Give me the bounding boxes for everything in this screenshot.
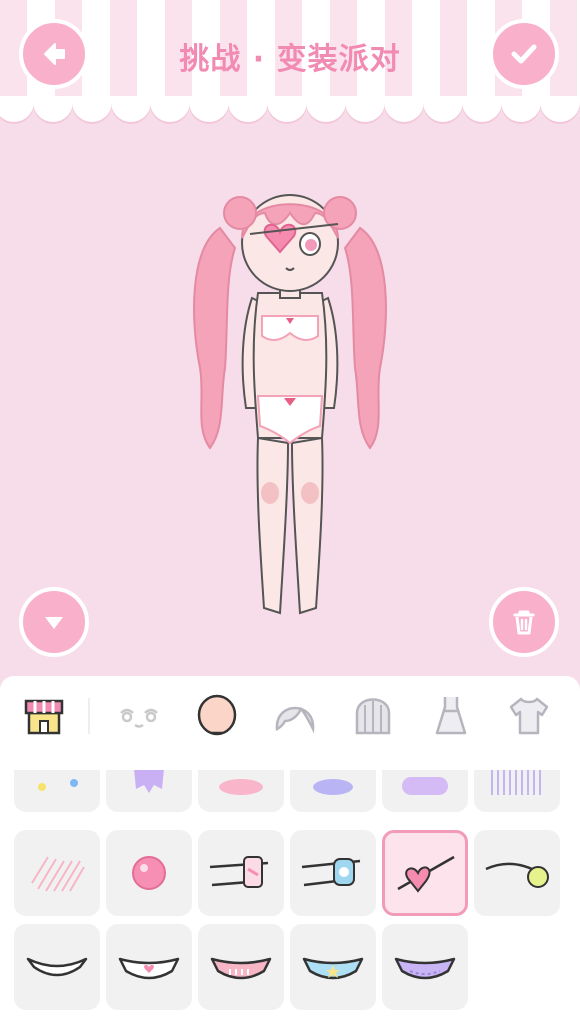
tab-top[interactable]	[504, 690, 554, 740]
item-purple-bandage[interactable]	[106, 770, 192, 812]
face-features-icon	[120, 708, 158, 728]
character-figure	[193, 194, 387, 615]
character-stage	[0, 128, 580, 678]
item-star-mask[interactable]	[290, 924, 376, 1010]
item-stripe-blush[interactable]	[14, 830, 100, 916]
check-icon	[511, 44, 537, 64]
item-cheek-dots[interactable]	[14, 770, 100, 812]
purple-bandage-icon	[134, 770, 164, 793]
item-blue-blush[interactable]	[290, 770, 376, 812]
trash-icon	[513, 610, 535, 635]
tab-back-hair[interactable]	[348, 690, 398, 740]
confirm-button[interactable]	[489, 19, 559, 89]
category-tabs	[0, 676, 580, 764]
blue-eyepatch-icon	[301, 858, 361, 887]
star-mask-icon	[302, 957, 364, 980]
purple-mask-icon	[394, 957, 456, 980]
item-heart-eyepatch[interactable]	[382, 830, 468, 916]
pink-blush-icon	[219, 779, 263, 795]
vertical-lines-icon	[491, 770, 541, 795]
cheek-dots-icon	[38, 779, 78, 791]
heart-mask-icon	[118, 957, 180, 980]
stripe-blush-icon	[31, 856, 85, 892]
shirt-icon	[509, 697, 549, 735]
tab-dress[interactable]	[426, 690, 476, 740]
tab-separator	[88, 698, 90, 734]
flower-eyepatch-icon	[485, 862, 549, 888]
white-mask-icon	[26, 957, 88, 977]
blue-blush-icon	[313, 779, 353, 795]
bandage-eyepatch-icon	[209, 856, 269, 888]
dress-icon	[435, 697, 467, 735]
awning-scallop	[0, 96, 580, 122]
item-love-mask[interactable]	[198, 924, 284, 1010]
item-flower-eyepatch[interactable]	[474, 830, 560, 916]
head-icon	[197, 694, 237, 736]
tab-head[interactable]	[192, 690, 242, 740]
tab-shop[interactable]	[19, 690, 69, 740]
item-vertical-lines[interactable]	[474, 770, 560, 812]
pink-nose-icon	[132, 856, 166, 890]
love-mask-icon	[210, 957, 272, 980]
trash-button[interactable]	[489, 587, 559, 657]
triangle-down-icon	[45, 617, 63, 629]
purple-blush-icon	[402, 777, 448, 795]
front-hair-icon	[275, 706, 315, 734]
collapse-button[interactable]	[19, 587, 89, 657]
item-pink-blush[interactable]	[198, 770, 284, 812]
item-purple-mask[interactable]	[382, 924, 468, 1010]
item-white-mask[interactable]	[14, 924, 100, 1010]
tab-face[interactable]	[114, 690, 164, 740]
back-hair-icon	[355, 698, 391, 735]
item-pink-nose[interactable]	[106, 830, 192, 916]
shop-icon	[24, 699, 64, 735]
item-blue-eyepatch[interactable]	[290, 830, 376, 916]
wardrobe-panel	[0, 676, 580, 1031]
item-bandage-eyepatch[interactable]	[198, 830, 284, 916]
heart-eyepatch-icon	[397, 855, 455, 893]
back-arrow-icon	[44, 43, 65, 65]
item-grid	[0, 770, 580, 1031]
back-button[interactable]	[19, 19, 89, 89]
item-purple-blush[interactable]	[382, 770, 468, 812]
tab-front-hair[interactable]	[270, 690, 320, 740]
item-heart-mask[interactable]	[106, 924, 192, 1010]
